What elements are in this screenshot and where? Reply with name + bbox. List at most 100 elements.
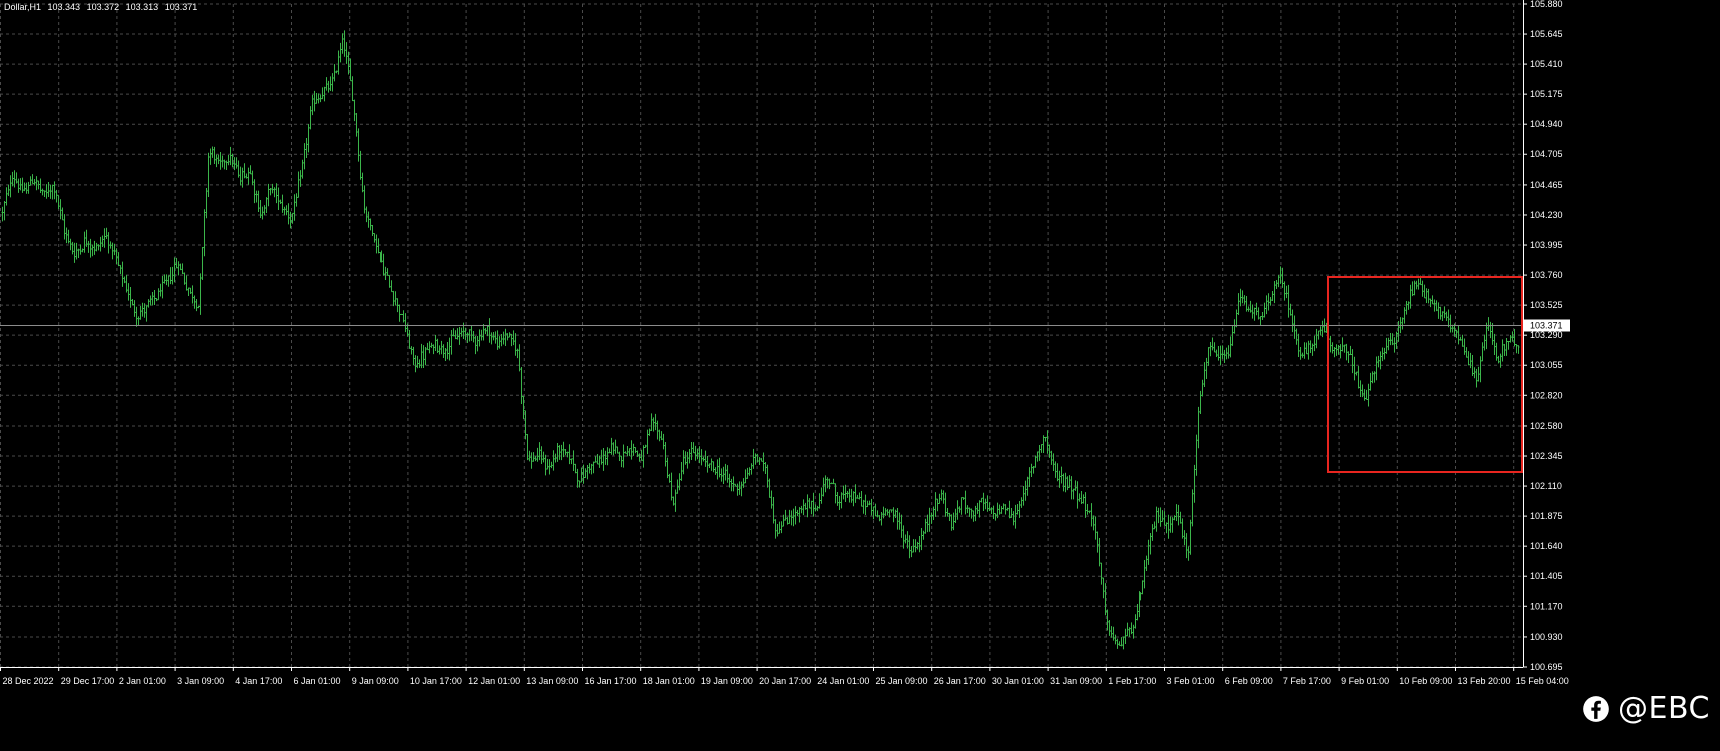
- price-bar: [1283, 281, 1286, 301]
- price-bar: [812, 492, 815, 517]
- price-bar: [482, 324, 485, 341]
- price-bar: [129, 286, 132, 308]
- price-tick-label: 104.940: [1530, 119, 1563, 129]
- price-bar: [768, 478, 771, 498]
- price-bar: [624, 451, 627, 454]
- price-bar: [832, 478, 835, 485]
- price-bar: [171, 266, 174, 285]
- price-bar: [690, 442, 693, 461]
- price-bar: [1379, 351, 1382, 370]
- price-bar: [1028, 467, 1031, 488]
- price-bar: [626, 446, 629, 457]
- price-bar: [1329, 335, 1332, 353]
- price-bar: [315, 92, 318, 104]
- price-bar: [382, 253, 385, 276]
- price-bar: [508, 332, 511, 338]
- price-bar: [181, 263, 184, 274]
- price-bar: [91, 244, 94, 257]
- price-bar: [436, 338, 439, 353]
- price-bar: [682, 450, 685, 475]
- price-axis[interactable]: 105.880 105.645 105.410 105.175 104.940 104.7…: [1523, 0, 1563, 672]
- price-bar: [341, 33, 344, 54]
- price-bar: [716, 459, 719, 480]
- price-bar: [1485, 322, 1488, 350]
- price-bar: [125, 274, 128, 293]
- price-bar: [754, 453, 757, 465]
- price-bar: [1381, 347, 1384, 362]
- price-bar: [1034, 455, 1037, 468]
- price-bar: [1060, 466, 1063, 484]
- price-bar: [1435, 300, 1438, 312]
- price-bar: [235, 157, 238, 169]
- price-bar: [818, 493, 821, 509]
- price-bar: [902, 525, 905, 549]
- price-bar: [1134, 614, 1137, 629]
- price-bar: [149, 295, 152, 306]
- price-bar: [838, 495, 841, 511]
- price-bar: [504, 328, 507, 347]
- price-chart[interactable]: 105.880 105.645 105.410 105.175 104.940 104.7…: [0, 0, 1720, 751]
- price-bar: [253, 179, 256, 204]
- price-bar: [746, 467, 749, 479]
- price-bar: [538, 442, 541, 461]
- price-bar: [95, 242, 98, 252]
- price-bar: [1193, 464, 1196, 503]
- price-bar: [962, 497, 965, 500]
- time-tick-label: 3 Feb 01:00: [1167, 676, 1215, 686]
- price-bar: [416, 355, 419, 369]
- price-bar: [766, 464, 769, 488]
- price-bar: [1359, 380, 1362, 398]
- price-bar: [1339, 344, 1342, 359]
- price-bar: [600, 449, 603, 465]
- price-bar: [980, 497, 983, 503]
- price-bar: [1151, 524, 1154, 541]
- price-bar: [722, 466, 725, 484]
- price-bar: [1126, 622, 1129, 637]
- price-bar: [646, 429, 649, 454]
- time-tick-label: 30 Jan 01:00: [992, 676, 1044, 686]
- price-bar: [1243, 295, 1246, 305]
- price-bar: [854, 484, 857, 503]
- price-bar: [400, 313, 403, 316]
- time-tick-label: 16 Jan 17:00: [585, 676, 637, 686]
- price-bar: [938, 493, 941, 504]
- price-bar: [197, 305, 200, 309]
- price-bar: [660, 431, 663, 441]
- price-bar: [179, 263, 182, 271]
- price-bar: [1124, 628, 1127, 644]
- price-bar: [562, 441, 565, 458]
- price-bar: [1245, 295, 1248, 312]
- price-bar: [898, 512, 901, 530]
- price-bar: [1497, 355, 1500, 364]
- price-bar: [828, 478, 831, 490]
- price-bar: [900, 514, 903, 538]
- price-bar: [245, 173, 248, 179]
- price-bar: [309, 106, 312, 130]
- price-bar: [145, 305, 148, 322]
- price-bar: [1122, 636, 1125, 650]
- price-tick-label: 105.410: [1530, 59, 1563, 69]
- price-bar: [1369, 372, 1372, 391]
- price-bar: [820, 487, 823, 504]
- price-bar: [1070, 476, 1073, 500]
- highlight-range-box: [1327, 276, 1523, 473]
- price-tick-label: 104.465: [1530, 180, 1563, 190]
- price-bar: [139, 305, 142, 320]
- price-bar: [1437, 302, 1440, 319]
- price-bar: [968, 507, 971, 517]
- price-bar: [860, 491, 863, 507]
- price-bar: [1167, 514, 1170, 539]
- price-bar: [1345, 343, 1348, 361]
- price-bar: [1467, 351, 1470, 366]
- price-bar: [614, 439, 617, 454]
- price-bar: [490, 332, 493, 345]
- price-bar: [355, 113, 358, 137]
- price-bar: [802, 499, 805, 516]
- price-bar: [1116, 638, 1119, 649]
- price-tick-label: 102.820: [1530, 390, 1563, 400]
- price-bar: [586, 465, 589, 480]
- time-axis[interactable]: 28 Dec 2022 29 Dec 17:00 2 Jan 01:00 3 Jan …: [0, 667, 1569, 686]
- price-bar: [1277, 274, 1280, 288]
- price-bar: [151, 292, 154, 306]
- price-bar: [712, 461, 715, 473]
